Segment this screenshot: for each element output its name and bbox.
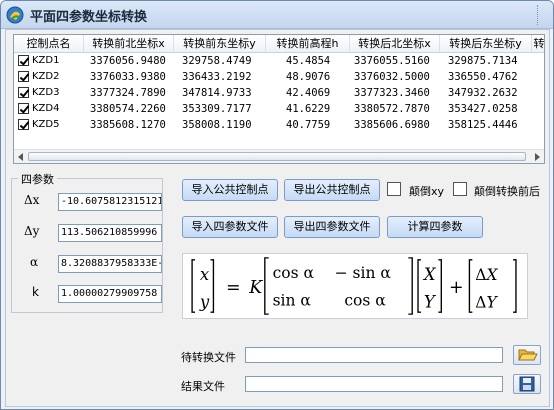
import-common-points-button[interactable]: 导入公共控制点 xyxy=(182,179,278,201)
column-header-x-before[interactable]: 转换前北坐标x xyxy=(84,35,174,53)
cell-y-after: 358125.4446 xyxy=(448,119,518,131)
cell-name: KZD3 xyxy=(32,87,60,98)
svg-text:sin α: sin α xyxy=(273,291,312,309)
four-parameters-group: 四参数 Δx -10.6075812315121 Δy 113.50621085… xyxy=(11,171,163,313)
column-header-extra[interactable]: 转 xyxy=(532,35,545,53)
column-header-y-after[interactable]: 转换后东坐标y xyxy=(440,35,532,53)
svg-text:K: K xyxy=(248,278,263,298)
invert-before-after-label: 颠倒转换前后 xyxy=(474,185,540,198)
cell-name: KZD5 xyxy=(32,119,60,130)
cell-name: KZD1 xyxy=(32,55,60,66)
cell-x-after: 3376055.5160 xyxy=(354,55,430,67)
svg-text:Y: Y xyxy=(424,292,437,311)
cell-x-after: 3385606.6980 xyxy=(354,119,430,131)
table-row[interactable]: KZD4 3380574.2260 353309.7177 41.6229 33… xyxy=(14,101,544,117)
save-file-button[interactable] xyxy=(513,374,541,394)
table-row[interactable]: KZD3 3377324.7890 347814.9733 42.4069 33… xyxy=(14,85,544,101)
cell-y-before: 353309.7177 xyxy=(182,103,252,115)
cell-y-after: 336550.4762 xyxy=(448,71,518,83)
alpha-label: α xyxy=(30,255,39,269)
cell-h-before: 40.7759 xyxy=(286,119,331,131)
title-bar[interactable]: 平面四参数坐标转换 xyxy=(1,1,553,29)
cell-x-before: 3376056.9480 xyxy=(90,55,166,67)
app-icon xyxy=(6,6,24,24)
cell-h-before: 41.6229 xyxy=(286,103,331,115)
svg-text:cos α: cos α xyxy=(273,264,315,282)
cell-x-after: 3380572.7870 xyxy=(354,103,430,115)
export-common-points-button[interactable]: 导出公共控制点 xyxy=(284,179,380,201)
svg-text:− sin α: − sin α xyxy=(335,264,392,282)
column-header-x-after[interactable]: 转换后北坐标x xyxy=(350,35,440,53)
window-title: 平面四参数坐标转换 xyxy=(30,10,148,25)
dx-field[interactable]: -10.6075812315121 xyxy=(58,193,162,211)
input-file-field[interactable] xyxy=(245,347,503,363)
svg-text:+: + xyxy=(449,278,464,298)
scroll-right-icon[interactable] xyxy=(535,153,540,161)
svg-text:y: y xyxy=(199,292,210,311)
dy-label: Δy xyxy=(24,224,40,238)
cell-y-before: 347814.9733 xyxy=(182,87,252,99)
compute-params-button[interactable]: 计算四参数 xyxy=(387,216,483,238)
floppy-disk-icon xyxy=(519,376,535,392)
cell-y-after: 353427.0258 xyxy=(448,103,518,115)
folder-open-icon xyxy=(518,349,538,361)
group-title: 四参数 xyxy=(18,171,57,187)
table-row[interactable]: KZD5 3385608.1270 358008.1190 40.7759 33… xyxy=(14,117,544,133)
invert-before-after-checkbox[interactable] xyxy=(453,182,467,196)
dx-label: Δx xyxy=(24,193,40,207)
column-header-h-before[interactable]: 转换前高程h xyxy=(266,35,350,53)
table-row[interactable]: KZD2 3376033.9380 336433.2192 48.9076 33… xyxy=(14,69,544,85)
cell-x-before: 3377324.7890 xyxy=(90,87,166,99)
column-header-y-before[interactable]: 转换前东坐标y xyxy=(174,35,266,53)
table-header: 控制点名 转换前北坐标x 转换前东坐标y 转换前高程h 转换后北坐标x 转换后东… xyxy=(14,35,544,53)
cell-x-before: 3385608.1270 xyxy=(90,119,166,131)
open-file-button[interactable] xyxy=(513,345,541,365)
cell-y-before: 329758.4749 xyxy=(182,55,252,67)
horizontal-scrollbar[interactable] xyxy=(14,149,544,163)
cell-name: KZD4 xyxy=(32,103,60,114)
cell-y-before: 358008.1190 xyxy=(182,119,252,131)
input-file-label: 待转换文件 xyxy=(181,351,236,364)
control-points-table[interactable]: 控制点名 转换前北坐标x 转换前东坐标y 转换前高程h 转换后北坐标x 转换后东… xyxy=(13,34,545,164)
svg-text:cos α: cos α xyxy=(344,291,386,309)
alpha-field[interactable]: 8.3208837958333E-0 xyxy=(58,255,162,273)
output-file-label: 结果文件 xyxy=(181,380,225,393)
cell-y-after: 347932.2632 xyxy=(448,87,518,99)
svg-text:X: X xyxy=(422,265,437,284)
cell-y-after: 329875.7134 xyxy=(448,55,518,67)
scroll-left-icon[interactable] xyxy=(18,153,23,161)
cell-x-after: 3376032.5000 xyxy=(354,71,430,83)
svg-text:=: = xyxy=(226,278,241,298)
svg-text:ΔY: ΔY xyxy=(475,293,498,311)
invert-xy-checkbox[interactable] xyxy=(387,182,401,196)
column-header-name[interactable]: 控制点名 xyxy=(14,35,84,53)
output-file-field[interactable] xyxy=(245,376,503,392)
main-window: 平面四参数坐标转换 控制点名 转换前北坐标x 转换前东坐标y 转换前高程h 转换… xyxy=(0,0,554,410)
k-field[interactable]: 1.00000279909758 xyxy=(58,285,162,303)
invert-xy-label: 颠倒xy xyxy=(409,185,445,198)
table-row[interactable]: KZD1 3376056.9480 329758.4749 45.4854 33… xyxy=(14,53,544,69)
transformation-formula: x y = K cos α − sin α sin α cos α X Y + … xyxy=(182,253,528,319)
title-bar-edge xyxy=(537,5,547,25)
scrollbar-thumb[interactable] xyxy=(28,152,526,161)
cell-h-before: 48.9076 xyxy=(286,71,331,83)
k-label: k xyxy=(32,285,39,299)
cell-y-before: 336433.2192 xyxy=(182,71,252,83)
cell-h-before: 42.4069 xyxy=(286,87,331,99)
cell-x-after: 3377323.3460 xyxy=(354,87,430,99)
svg-text:x: x xyxy=(200,265,210,284)
svg-text:ΔX: ΔX xyxy=(475,266,498,284)
import-params-file-button[interactable]: 导入四参数文件 xyxy=(182,216,278,238)
cell-name: KZD2 xyxy=(32,71,60,82)
cell-x-before: 3376033.9380 xyxy=(90,71,166,83)
export-params-file-button[interactable]: 导出四参数文件 xyxy=(284,216,380,238)
cell-x-before: 3380574.2260 xyxy=(90,103,166,115)
cell-h-before: 45.4854 xyxy=(286,55,331,67)
dy-field[interactable]: 113.506210859996 xyxy=(58,224,162,242)
